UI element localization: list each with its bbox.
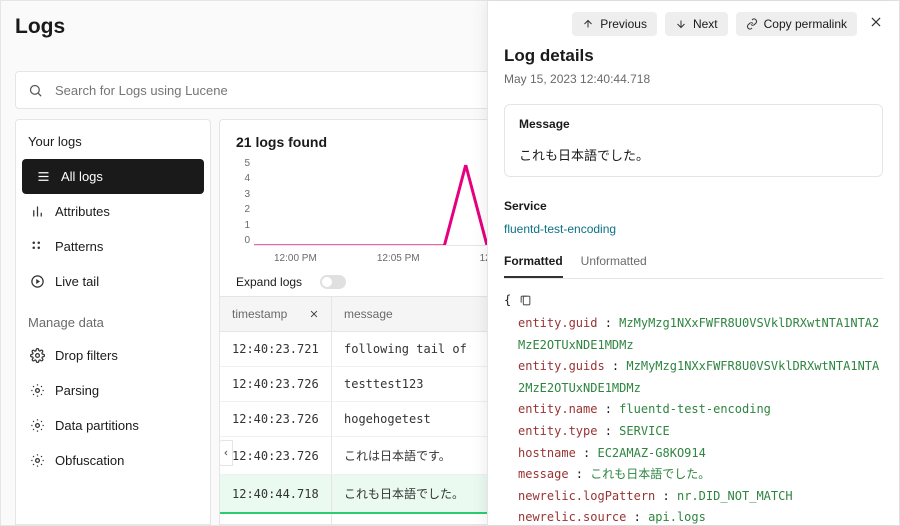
expand-logs-toggle[interactable]	[320, 275, 346, 289]
sidebar-item-label: Patterns	[55, 239, 103, 254]
y-tick: 3	[236, 189, 250, 200]
sidebar-item-all-logs[interactable]: All logs	[22, 159, 204, 194]
message-value: これも日本語でした。	[519, 145, 868, 164]
x-tick: 12:00 PM	[274, 253, 317, 264]
y-tick: 5	[236, 158, 250, 169]
y-axis: 5 4 3 2 1 0	[236, 158, 250, 246]
log-detail-panel: Previous Next Copy permalink Log details…	[487, 1, 899, 525]
attribute-row[interactable]: entity.name : fluentd-test-encoding	[504, 399, 883, 421]
y-tick: 1	[236, 220, 250, 231]
detail-title: Log details	[504, 46, 883, 66]
attribute-row[interactable]: newrelic.logPattern : nr.DID_NOT_MATCH	[504, 486, 883, 508]
col-header-label: message	[344, 307, 393, 321]
expand-logs-label: Expand logs	[236, 275, 302, 289]
cell-timestamp: 12:50:21.659	[220, 514, 332, 525]
bar-chart-icon	[30, 204, 45, 219]
sidebar-header: Your logs	[16, 120, 210, 159]
y-tick: 0	[236, 235, 250, 246]
gear-icon	[30, 453, 45, 468]
arrow-down-icon	[675, 18, 687, 30]
sidebar-item-label: All logs	[61, 169, 103, 184]
clipboard-icon[interactable]	[519, 294, 532, 307]
sidebar-item-attributes[interactable]: Attributes	[16, 194, 210, 229]
search-icon	[28, 83, 43, 98]
service-label: Service	[504, 199, 883, 213]
x-tick: 12:05 PM	[377, 253, 420, 264]
attribute-list: entity.guid : MzMyMzg1NXxFWFR8U0VSVklDRX…	[504, 313, 883, 525]
json-brace: {	[504, 293, 511, 307]
gear-icon	[30, 418, 45, 433]
sidebar-item-label: Obfuscation	[55, 453, 124, 468]
y-tick: 2	[236, 204, 250, 215]
sidebar-item-parsing[interactable]: Parsing	[16, 373, 210, 408]
cell-timestamp: 12:40:23.726	[220, 437, 332, 474]
arrow-up-icon	[582, 18, 594, 30]
sidebar-item-label: Drop filters	[55, 348, 118, 363]
list-icon	[36, 169, 51, 184]
sidebar: Your logs All logs Attributes Patterns L…	[15, 119, 211, 525]
attribute-row[interactable]: entity.guids : MzMyMzg1NXxFWFR8U0VSVklDR…	[504, 356, 883, 399]
button-label: Next	[693, 17, 718, 31]
cell-timestamp: 12:40:23.726	[220, 402, 332, 436]
detail-tabs: Formatted Unformatted	[504, 254, 883, 279]
previous-button[interactable]: Previous	[572, 12, 657, 36]
sidebar-group-manage: Manage data	[16, 299, 210, 338]
link-icon	[746, 18, 758, 30]
collapse-sidebar-handle[interactable]	[219, 440, 233, 466]
sidebar-item-data-partitions[interactable]: Data partitions	[16, 408, 210, 443]
attribute-row[interactable]: entity.type : SERVICE	[504, 421, 883, 443]
service-link[interactable]: fluentd-test-encoding	[504, 222, 616, 236]
chevron-left-icon	[222, 448, 230, 458]
sidebar-item-patterns[interactable]: Patterns	[16, 229, 210, 264]
copy-permalink-button[interactable]: Copy permalink	[736, 12, 857, 36]
cell-timestamp: 12:40:23.721	[220, 332, 332, 366]
message-box: Message これも日本語でした。	[504, 104, 883, 177]
gear-icon	[30, 348, 45, 363]
col-header-timestamp[interactable]: timestamp	[220, 297, 332, 331]
attribute-row[interactable]: newrelic.source : api.logs	[504, 507, 883, 525]
cell-timestamp: 12:40:23.726	[220, 367, 332, 401]
sidebar-item-live-tail[interactable]: Live tail	[16, 264, 210, 299]
col-header-label: timestamp	[232, 307, 287, 321]
attribute-row[interactable]: hostname : EC2AMAZ-G8KO914	[504, 443, 883, 465]
sidebar-item-obfuscation[interactable]: Obfuscation	[16, 443, 210, 478]
next-button[interactable]: Next	[665, 12, 728, 36]
sidebar-item-label: Live tail	[55, 274, 99, 289]
y-tick: 4	[236, 173, 250, 184]
sidebar-item-drop-filters[interactable]: Drop filters	[16, 338, 210, 373]
button-label: Copy permalink	[764, 17, 847, 31]
attribute-row[interactable]: message : これも日本語でした。	[504, 464, 883, 486]
play-icon	[30, 274, 45, 289]
tab-formatted[interactable]: Formatted	[504, 254, 563, 278]
gear-icon	[30, 383, 45, 398]
close-icon	[869, 15, 883, 29]
detail-timestamp: May 15, 2023 12:40:44.718	[504, 72, 883, 86]
message-label: Message	[519, 117, 868, 131]
sidebar-item-label: Parsing	[55, 383, 99, 398]
close-panel-button[interactable]	[865, 11, 887, 36]
button-label: Previous	[600, 17, 647, 31]
sidebar-item-label: Data partitions	[55, 418, 139, 433]
grid-dots-icon	[30, 239, 45, 254]
close-icon[interactable]	[309, 309, 319, 319]
cell-timestamp: 12:40:44.718	[220, 475, 332, 512]
attribute-row[interactable]: entity.guid : MzMyMzg1NXxFWFR8U0VSVklDRX…	[504, 313, 883, 356]
tab-unformatted[interactable]: Unformatted	[581, 254, 647, 278]
sidebar-item-label: Attributes	[55, 204, 110, 219]
